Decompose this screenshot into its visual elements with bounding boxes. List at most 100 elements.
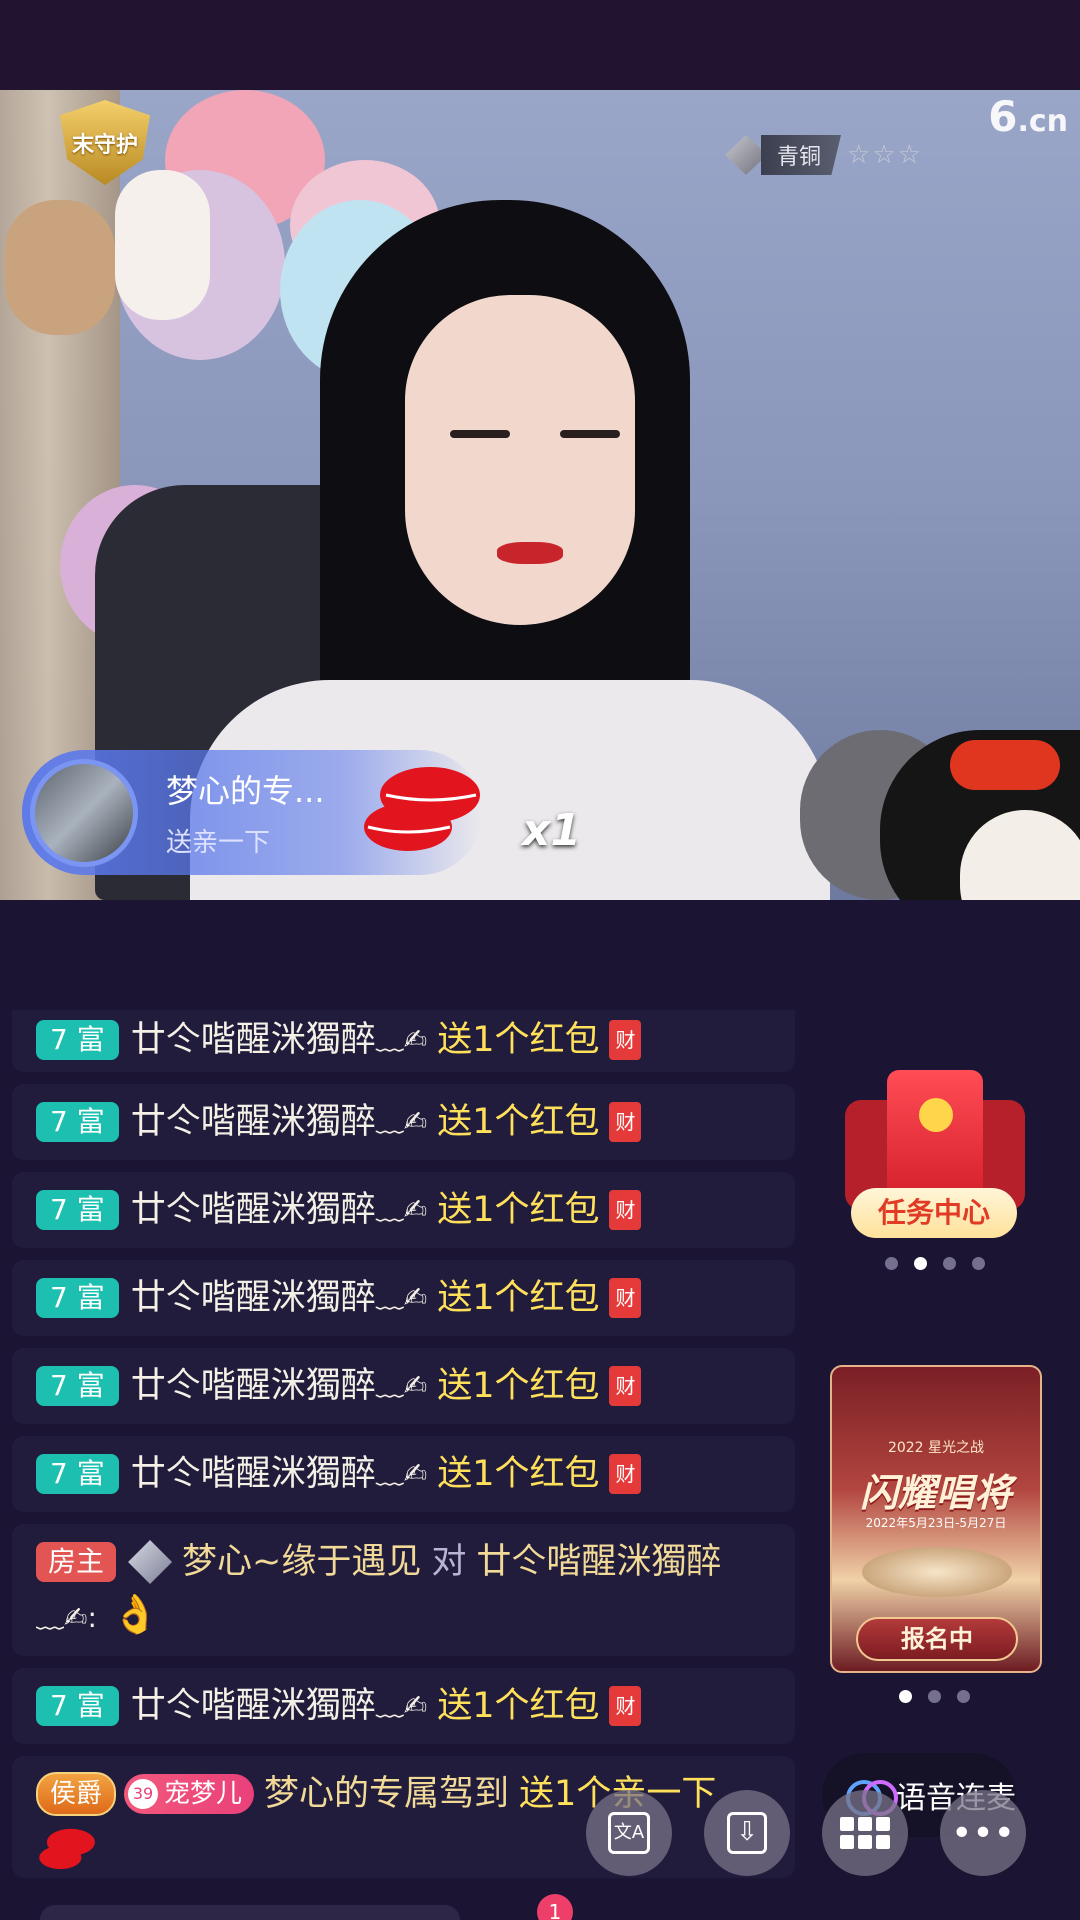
chat-username[interactable]: 廿仒喈醒洣獨醉	[131, 1014, 376, 1066]
chat-gift-text: 送1个红包	[437, 1278, 600, 1318]
crystal-icon	[128, 1540, 173, 1584]
pen-icon: ﹏✍	[375, 1369, 428, 1402]
pen-icon: ﹏✍	[375, 1193, 428, 1226]
red-packet-icon: 财	[609, 1686, 642, 1726]
rank-stars: ☆☆☆	[847, 140, 923, 170]
promo-title: 闪耀唱将	[859, 1471, 1012, 1515]
pen-icon: ﹏✍	[375, 1023, 428, 1056]
marquis-badge: 侯爵	[36, 1772, 117, 1816]
host-badge: 房主	[36, 1542, 117, 1582]
download-button[interactable]: ⇩	[704, 1790, 790, 1876]
translate-icon: 文A	[608, 1812, 650, 1854]
bear-sticker	[5, 200, 115, 335]
rank-icon	[725, 135, 767, 175]
chat-to-word: 对	[431, 1542, 467, 1582]
fan-club-name: 宠梦儿	[164, 1779, 243, 1809]
chat-username[interactable]: 梦心~缘于遇见	[182, 1536, 421, 1588]
carousel-dot-active	[914, 1257, 927, 1270]
lips	[497, 542, 563, 564]
chat-list[interactable]: 7 富 廿仒喈醒洣獨醉 ﹏✍ 送1个红包 财 7 富 廿仒喈醒洣獨醉 ﹏✍ 送1…	[12, 1010, 795, 1890]
chat-message-host[interactable]: 房主 梦心~缘于遇见 对 廿仒喈醒洣獨醉 ﹏✍: 👌	[12, 1524, 795, 1656]
chat-target-username[interactable]: 廿仒喈醒洣獨醉	[476, 1536, 721, 1588]
rich-level-badge: 7 富	[36, 1278, 119, 1318]
notification-badge[interactable]: 1	[537, 1894, 573, 1920]
chat-username[interactable]: 廿仒喈醒洣獨醉	[131, 1184, 376, 1236]
pen-icon: ﹏✍	[375, 1457, 428, 1490]
pen-icon: ﹏✍	[375, 1105, 428, 1138]
red-packet-icon: 财	[609, 1020, 642, 1060]
more-icon: •••	[951, 1812, 1015, 1854]
eye	[450, 430, 510, 438]
task-center-label: 任务中心	[851, 1188, 1017, 1238]
carousel-dot	[972, 1257, 985, 1270]
fan-club-badge: 39 宠梦儿	[124, 1774, 255, 1814]
chat-message[interactable]: 7 富 廿仒喈醒洣獨醉 ﹏✍ 送1个红包 财	[12, 1084, 795, 1160]
carousel-dot	[943, 1257, 956, 1270]
red-packet-icon: 财	[609, 1454, 642, 1494]
promo-signup-button[interactable]: 报名中	[856, 1617, 1018, 1661]
ok-hand-icon: 👌	[111, 1592, 160, 1636]
chat-message-tail: ﹏✍: 👌	[36, 1592, 160, 1636]
chat-username[interactable]: 梦心的专属驾到	[264, 1768, 509, 1820]
gift-sender-name: 梦心的专...	[166, 772, 325, 810]
chat-input[interactable]	[40, 1905, 460, 1920]
task-center-button[interactable]: 任务中心	[845, 1070, 1025, 1240]
gift-action: 送亲一下	[166, 828, 271, 858]
chat-gift-text: 送1个红包	[437, 1454, 600, 1494]
apps-button[interactable]	[822, 1790, 908, 1876]
red-packet-icon: 财	[609, 1278, 642, 1318]
carousel-dot	[957, 1690, 970, 1703]
translate-button[interactable]: 文A	[586, 1790, 672, 1876]
task-carousel-dots	[885, 1257, 985, 1270]
eye	[560, 430, 620, 438]
chat-gift-text: 送1个红包	[437, 1020, 600, 1060]
download-icon: ⇩	[727, 1812, 767, 1854]
avatar[interactable]	[30, 758, 138, 867]
carousel-dot-active	[899, 1690, 912, 1703]
kiss-gift-icon	[364, 767, 480, 851]
chat-message[interactable]: 7 富 廿仒喈醒洣獨醉 ﹏✍ 送1个红包 财	[12, 1172, 795, 1248]
promo-year: 2022 星光之战	[887, 1440, 985, 1456]
red-packet-icon: 财	[609, 1102, 642, 1142]
promo-stage	[862, 1547, 1012, 1597]
promo-date: 2022年5月23日-5月27日	[865, 1516, 1007, 1530]
bunny-sticker	[115, 170, 210, 320]
grid-icon	[840, 1817, 890, 1849]
status-bar	[0, 0, 1080, 90]
rich-level-badge: 7 富	[36, 1366, 119, 1406]
chat-username[interactable]: 廿仒喈醒洣獨醉	[131, 1272, 376, 1324]
promo-carousel-dots	[899, 1690, 970, 1703]
plush-toy-bow	[950, 740, 1060, 790]
rich-level-badge: 7 富	[36, 1190, 119, 1230]
chat-message-marquis[interactable]: 侯爵 39宠梦儿 梦心的专属驾到 送1个亲一下	[12, 1756, 795, 1878]
chat-message[interactable]: 7 富 廿仒喈醒洣獨醉 ﹏✍ 送1个红包 财	[12, 1260, 795, 1336]
rich-level-badge: 7 富	[36, 1454, 119, 1494]
fan-level: 39	[128, 1779, 159, 1809]
chat-message[interactable]: 7 富 廿仒喈醒洣獨醉 ﹏✍ 送1个红包 财	[12, 1348, 795, 1424]
rich-level-badge: 7 富	[36, 1686, 119, 1726]
chat-username[interactable]: 廿仒喈醒洣獨醉	[131, 1680, 376, 1732]
streamer-face	[405, 295, 635, 625]
rank-label: 青铜	[761, 135, 842, 175]
more-button[interactable]: •••	[940, 1790, 1026, 1876]
chat-username[interactable]: 廿仒喈醒洣獨醉	[131, 1448, 376, 1500]
rich-level-badge: 7 富	[36, 1020, 119, 1060]
kiss-gift-icon	[39, 1828, 95, 1870]
coin-icon	[919, 1098, 953, 1132]
carousel-dot	[928, 1690, 941, 1703]
event-promo-banner[interactable]: 2022 星光之战 闪耀唱将 2022年5月23日-5月27日 报名中	[830, 1365, 1042, 1673]
red-envelope-icon	[887, 1070, 983, 1200]
chat-message[interactable]: 7 富 廿仒喈醒洣獨醉 ﹏✍ 送1个红包 财	[12, 1668, 795, 1744]
rich-level-badge: 7 富	[36, 1102, 119, 1142]
chat-gift-text: 送1个红包	[437, 1102, 600, 1142]
rank-badge[interactable]: 青铜 ☆☆☆	[725, 135, 923, 175]
chat-username[interactable]: 廿仒喈醒洣獨醉	[131, 1096, 376, 1148]
chat-message[interactable]: 7 富 廿仒喈醒洣獨醉 ﹏✍ 送1个红包 财	[12, 1436, 795, 1512]
chat-username[interactable]: 廿仒喈醒洣獨醉	[131, 1360, 376, 1412]
pen-icon: ﹏✍	[375, 1689, 428, 1722]
chat-gift-text: 送1个红包	[437, 1366, 600, 1406]
chat-message[interactable]: 7 富 廿仒喈醒洣獨醉 ﹏✍ 送1个红包 财	[12, 1010, 795, 1072]
carousel-dot	[885, 1257, 898, 1270]
gift-combo-count: x1	[522, 805, 581, 856]
pen-icon: ﹏✍	[375, 1281, 428, 1314]
